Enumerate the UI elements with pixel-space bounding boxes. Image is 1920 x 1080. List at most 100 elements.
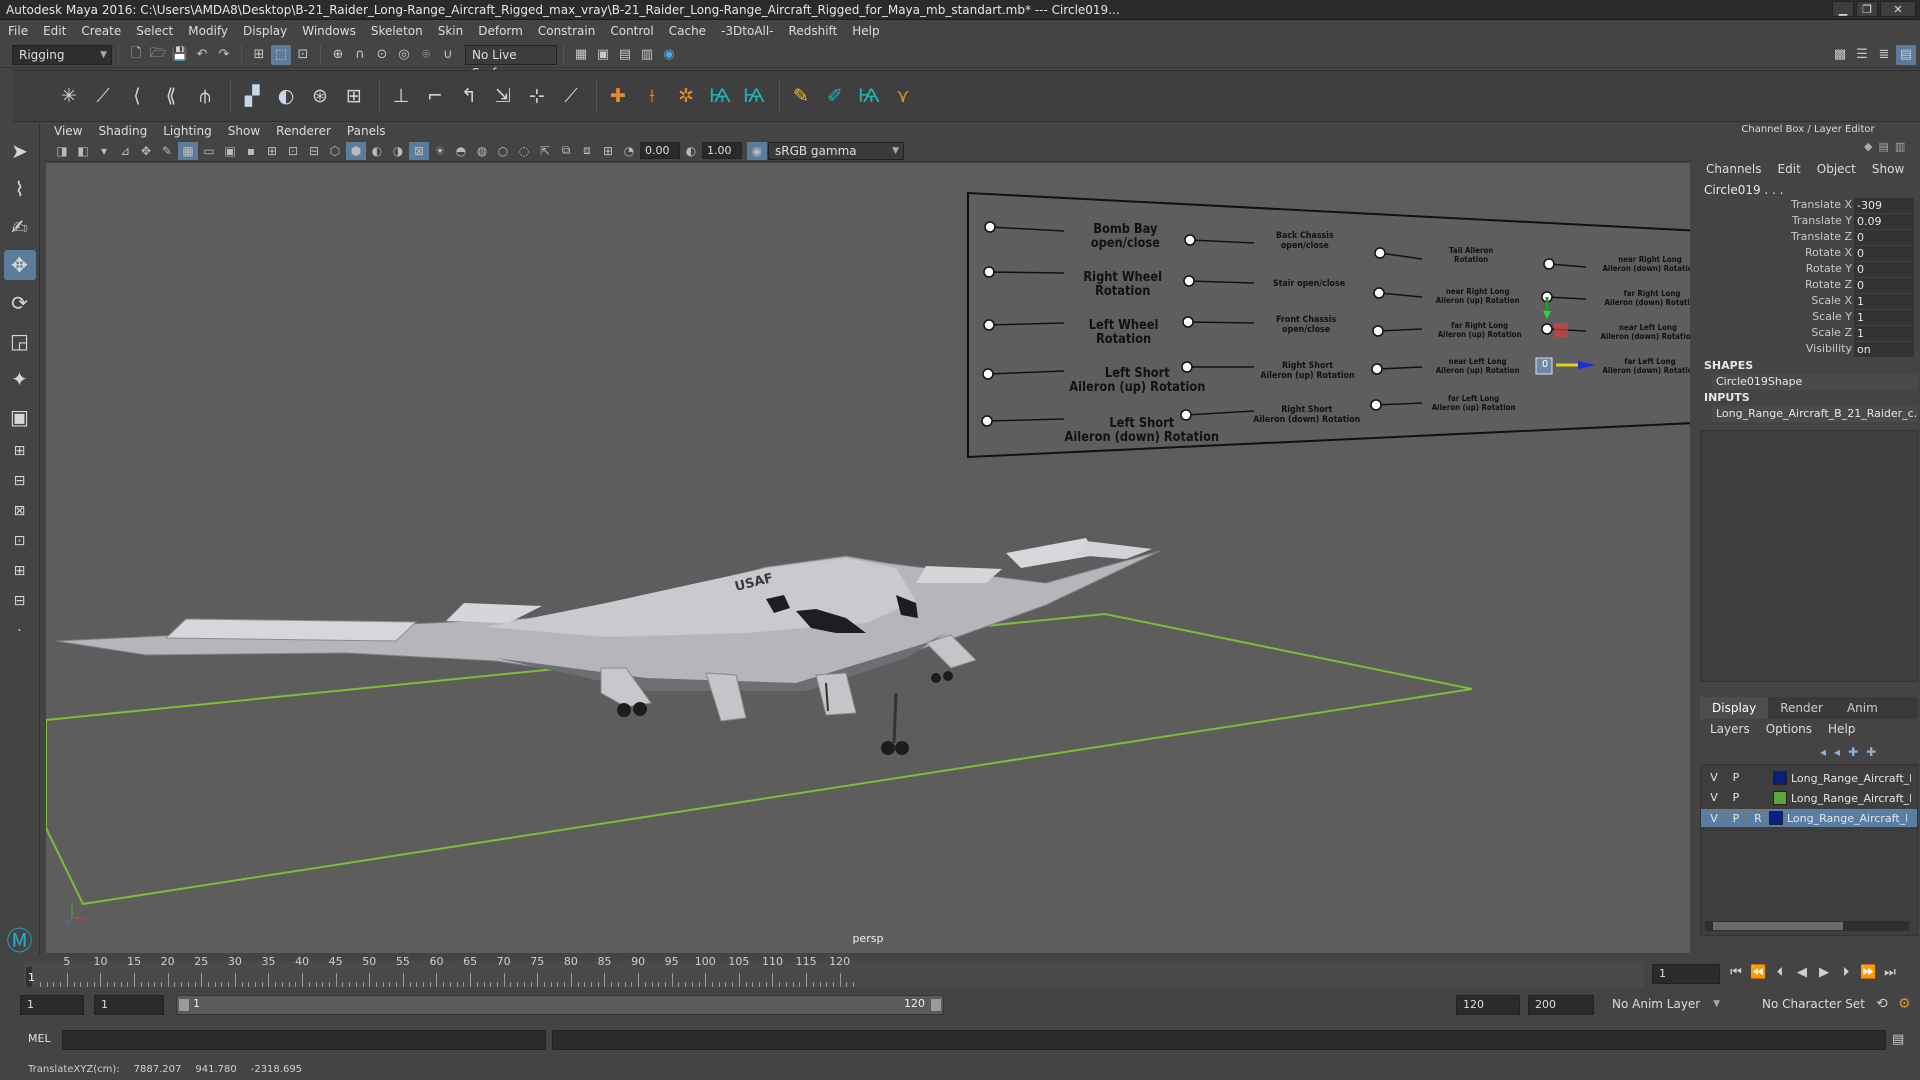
snap-point-icon[interactable]: ⊙	[372, 45, 392, 65]
attr-scale-z[interactable]: Scale Z1	[1700, 326, 1914, 342]
step-back-key-icon[interactable]: ⏪	[1750, 965, 1766, 980]
step-forward-frame-icon[interactable]: ⏵	[1838, 965, 1854, 980]
bone-icon[interactable]: ✲	[671, 81, 701, 111]
new-layer-icon[interactable]: ✚	[1848, 745, 1858, 759]
attr-rotate-y[interactable]: Rotate Y0	[1700, 262, 1914, 278]
use-all-lights-icon[interactable]: ☀	[430, 142, 450, 160]
time-slider[interactable]: 1 5 10 15 20 25 30 35 40 45 50 55 60 65 70 75 80 85 90 95 1…	[14, 955, 1644, 987]
playback-start-field[interactable]: 1	[94, 995, 164, 1015]
cluster-icon[interactable]: ⊞	[339, 81, 369, 111]
le-menu-options[interactable]: Options	[1766, 722, 1812, 736]
joint-orient-icon[interactable]: ⟊	[637, 81, 667, 111]
channel-box-icon[interactable]: ▤	[1896, 44, 1916, 65]
menu-skin[interactable]: Skin	[438, 24, 464, 38]
range-bar-start-handle[interactable]	[179, 999, 189, 1011]
default-material-icon[interactable]: ◐	[367, 142, 387, 160]
go-to-start-icon[interactable]: ⏮	[1728, 965, 1744, 980]
select-tool-icon[interactable]: ➤	[4, 136, 36, 166]
layer-reference[interactable]: R	[1749, 810, 1767, 826]
last-tool-icon[interactable]: ✦	[4, 364, 36, 394]
resolution-gate-icon[interactable]: ▣	[220, 142, 240, 160]
locator-icon[interactable]: ✚	[603, 81, 633, 111]
viewport-menu-lighting[interactable]: Lighting	[163, 124, 212, 138]
symmetry-icon[interactable]: ⋎	[888, 81, 918, 111]
menu-skeleton[interactable]: Skeleton	[371, 24, 423, 38]
menu-create[interactable]: Create	[81, 24, 121, 38]
go-to-end-icon[interactable]: ⏭	[1882, 965, 1898, 980]
gate-mask-icon[interactable]: ▪	[241, 142, 261, 160]
key-all-icon[interactable]: ◆	[1864, 140, 1872, 153]
cb-menu-edit[interactable]: Edit	[1778, 162, 1801, 176]
menu-deform[interactable]: Deform	[478, 24, 523, 38]
select-object-icon[interactable]: ⬚	[271, 44, 291, 65]
layer-playback[interactable]: P	[1727, 770, 1745, 786]
layer-icon[interactable]: ▤	[1878, 140, 1888, 153]
new-scene-icon[interactable]: 🗋	[126, 45, 146, 65]
command-input[interactable]	[62, 1030, 546, 1050]
two-pane-icon[interactable]: ⊠	[4, 500, 36, 522]
auto-key-icon[interactable]: ⟲	[1876, 996, 1888, 1012]
menu-control[interactable]: Control	[610, 24, 653, 38]
graph-pane-icon[interactable]: ⊞	[4, 560, 36, 582]
play-forwards-icon[interactable]: ▶	[1816, 965, 1832, 980]
four-pane-icon[interactable]: ⊟	[4, 470, 36, 492]
step-back-frame-icon[interactable]: ⏴	[1772, 965, 1788, 980]
cb-menu-show[interactable]: Show	[1872, 162, 1904, 176]
cb-menu-object[interactable]: Object	[1817, 162, 1856, 176]
wireframe-icon[interactable]: ⬡	[325, 142, 345, 160]
2d-pan-icon[interactable]: ✥	[136, 142, 156, 160]
layer-color-swatch[interactable]	[1773, 791, 1787, 805]
range-bar[interactable]: 1 120	[176, 995, 944, 1015]
menu-redshift[interactable]: Redshift	[789, 24, 838, 38]
hik-source-icon[interactable]: Ѩ	[739, 81, 769, 111]
perspective-viewport[interactable]: USAF Bomb Bay open/close Right Wheel Rot…	[46, 163, 1690, 953]
layer-color-swatch[interactable]	[1773, 771, 1787, 785]
hik-control-icon[interactable]: Ѩ	[854, 81, 884, 111]
attr-scale-x[interactable]: Scale X1	[1700, 294, 1914, 310]
snap-grid-icon[interactable]: ⊕	[328, 45, 348, 65]
color-management-icon[interactable]: ◉	[747, 141, 767, 160]
move-tool-icon[interactable]: ✥	[3, 250, 36, 280]
snap-surface-icon[interactable]: ⌾	[416, 45, 436, 65]
aim-constraint-icon[interactable]: ⌐	[420, 81, 450, 111]
outliner-pane-icon[interactable]: ⊡	[4, 530, 36, 552]
attr-visibility[interactable]: Visibility on	[1700, 342, 1914, 358]
layer-scrollbar-thumb[interactable]	[1713, 922, 1843, 930]
safe-title-icon[interactable]: ⊟	[304, 142, 324, 160]
attr-translate-y[interactable]: Translate Y 0.09	[1700, 214, 1914, 230]
menuset-dropdown[interactable]: Rigging ▼	[12, 44, 112, 65]
layer-visibility[interactable]: V	[1705, 810, 1723, 826]
menu-select[interactable]: Select	[136, 24, 173, 38]
wrench-icon[interactable]: ✎	[786, 81, 816, 111]
layer-color-swatch[interactable]	[1769, 811, 1783, 825]
xray-icon[interactable]: ⊠	[409, 141, 429, 160]
orient-constraint-icon[interactable]: ↰	[454, 81, 484, 111]
attr-translate-x[interactable]: Translate X -309	[1700, 198, 1914, 214]
motion-blur-icon[interactable]: ○	[493, 142, 513, 160]
attr-scale-y[interactable]: Scale Y1	[1700, 310, 1914, 326]
parent-constraint-icon[interactable]: ⊹	[522, 81, 552, 111]
menu-3dtoall[interactable]: -3DtoAll-	[721, 24, 773, 38]
attr-rotate-z[interactable]: Rotate Z0	[1700, 278, 1914, 294]
menu-cache[interactable]: Cache	[669, 24, 706, 38]
field-chart-icon[interactable]: ⊞	[262, 142, 282, 160]
character-set-dropdown[interactable]: No Character Set	[1756, 995, 1874, 1015]
redo-icon[interactable]: ↷	[214, 45, 234, 65]
magnet-icon[interactable]: ∪	[438, 45, 458, 65]
ik-spline-icon[interactable]: ⟨	[122, 81, 152, 111]
snap-view-icon[interactable]: ◎	[394, 45, 414, 65]
new-layer-selected-icon[interactable]: ✚	[1866, 745, 1876, 759]
anti-alias-icon[interactable]: ◌	[514, 142, 534, 160]
frame-icon[interactable]: ⊞	[598, 142, 618, 160]
single-pane-icon[interactable]: ⊞	[4, 440, 36, 462]
viewport-menu-renderer[interactable]: Renderer	[276, 124, 331, 138]
layer-visibility[interactable]: V	[1705, 790, 1723, 806]
soft-select-icon[interactable]: ▣	[4, 402, 36, 432]
film-gate-icon[interactable]: ▭	[199, 142, 219, 160]
isolate-select-icon[interactable]: ⇱	[535, 142, 555, 160]
xray-joints-icon[interactable]: ⧉	[556, 142, 576, 160]
viewport-menu-shading[interactable]: Shading	[98, 124, 147, 138]
preferences-icon[interactable]: ⚙	[1898, 996, 1911, 1012]
live-surface-field[interactable]: No Live Surface	[465, 44, 557, 80]
point-constraint-icon[interactable]: ⊥	[386, 81, 416, 111]
